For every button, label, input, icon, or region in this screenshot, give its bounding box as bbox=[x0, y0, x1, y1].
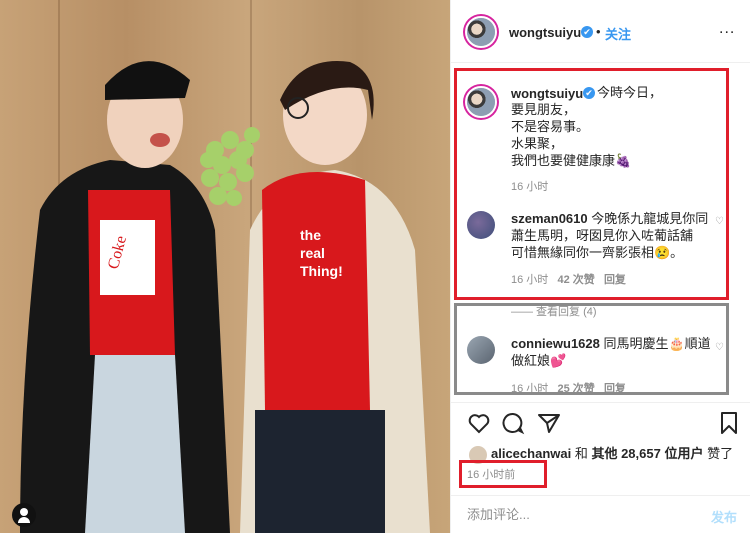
post-comment-button[interactable]: 发布 bbox=[711, 507, 737, 526]
more-options-icon[interactable]: ... bbox=[719, 20, 735, 38]
svg-text:real: real bbox=[300, 245, 325, 261]
follow-button[interactable]: 关注 bbox=[605, 24, 631, 43]
post-timestamp[interactable]: 16 小时前 bbox=[467, 466, 515, 482]
photo-illustration: Coke the real Thing! bbox=[20, 61, 430, 533]
add-comment-bar: 发布 bbox=[451, 495, 750, 534]
liker-username[interactable]: alicechanwai bbox=[491, 446, 571, 461]
svg-text:the: the bbox=[300, 227, 321, 243]
likes-conjunction: 和 bbox=[571, 446, 592, 461]
svg-text:Thing!: Thing! bbox=[300, 263, 343, 279]
person-tag-icon[interactable] bbox=[12, 503, 36, 527]
likes-suffix: 赞了 bbox=[703, 446, 734, 461]
likes-others-link[interactable]: 其他 28,657 位用户 bbox=[591, 446, 703, 461]
comment-bubble-icon[interactable] bbox=[501, 411, 525, 435]
follow-separator: • bbox=[596, 24, 601, 39]
author-username[interactable]: wongtsuiyu bbox=[509, 25, 581, 40]
highlight-box-red bbox=[454, 68, 729, 300]
post-header: wongtsuiyu ✔ • 关注 ... bbox=[451, 0, 750, 63]
post-side-panel: wongtsuiyu ✔ • 关注 ... wongtsuiyu ✔ 今時今日，… bbox=[450, 0, 750, 533]
share-send-icon[interactable] bbox=[537, 411, 561, 435]
post-photo[interactable]: Coke the real Thing! bbox=[0, 0, 450, 533]
like-heart-icon[interactable] bbox=[467, 411, 491, 435]
add-comment-input[interactable] bbox=[465, 506, 689, 523]
highlight-box-grey bbox=[454, 303, 729, 395]
save-bookmark-icon[interactable] bbox=[717, 411, 741, 435]
author-avatar[interactable] bbox=[465, 16, 497, 48]
verified-badge-icon: ✔ bbox=[581, 26, 593, 38]
action-bar bbox=[451, 402, 750, 437]
